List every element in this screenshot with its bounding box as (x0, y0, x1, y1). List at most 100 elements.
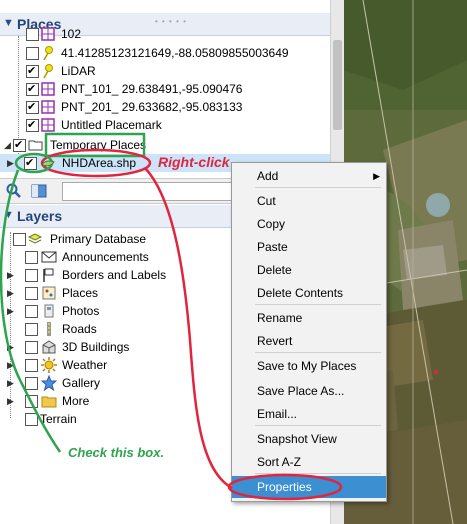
places-item-checkbox[interactable] (26, 47, 39, 60)
places-item-label: LiDAR (61, 64, 96, 78)
menu-item-label: Revert (257, 334, 293, 348)
layer-toggle-icon[interactable] (30, 182, 48, 200)
pushpin-icon (40, 45, 56, 61)
menu-separator (255, 473, 381, 474)
places-item-label: PNT_101_ 29.638491,-95.090476 (61, 82, 243, 96)
menu-item-delete-contents[interactable]: Delete Contents (232, 282, 386, 304)
nhdarea-checkbox[interactable] (24, 154, 37, 172)
collapse-arrow-icon[interactable]: ▼ (3, 209, 14, 221)
layer-checkbox[interactable] (25, 251, 38, 264)
menu-item-properties[interactable]: Properties (232, 476, 386, 498)
flag-icon (41, 267, 57, 283)
layer-label: Borders and Labels (62, 268, 167, 282)
layer-checkbox[interactable] (25, 341, 38, 354)
folder-open-icon (28, 137, 44, 153)
database-icon (27, 231, 43, 247)
menu-item-snapshot-view[interactable]: Snapshot View (232, 428, 386, 450)
scrollbar-thumb[interactable] (333, 40, 342, 130)
menu-item-label: Cut (257, 194, 276, 208)
context-menu: Add ▶ Cut Copy Paste Delete Delete Contents Ren… (231, 162, 387, 502)
places-list-item[interactable]: LiDAR (0, 62, 330, 80)
menu-item-revert[interactable]: Revert (232, 330, 386, 352)
pushpin-icon (40, 63, 56, 79)
layer-label: More (62, 394, 90, 408)
menu-item-paste[interactable]: Paste (232, 236, 386, 258)
menu-item-label: Properties (257, 480, 312, 494)
placemark-grid-icon (40, 99, 56, 115)
search-icon[interactable] (5, 182, 23, 200)
expand-arrow-icon[interactable]: ▶ (7, 338, 14, 356)
places-item-label: 41.41285123121649,-88.05809855003649 (61, 46, 289, 60)
layer-checkbox[interactable] (25, 377, 38, 390)
layer-checkbox[interactable] (25, 413, 38, 426)
places-item-checkbox[interactable] (26, 98, 39, 116)
menu-item-sort-a-z[interactable]: Sort A-Z (232, 451, 386, 473)
places-item-checkbox[interactable] (26, 62, 39, 80)
layer-label: Primary Database (50, 232, 147, 246)
menu-item-save-place-as[interactable]: Save Place As... (232, 380, 386, 402)
menu-item-copy[interactable]: Copy (232, 213, 386, 235)
places-item-label: PNT_201_ 29.633682,-95.083133 (61, 100, 243, 114)
temporary-places-checkbox[interactable] (13, 136, 26, 154)
places-list-item[interactable]: 41.41285123121649,-88.05809855003649 (0, 44, 330, 62)
expand-arrow-icon[interactable]: ▶ (7, 154, 14, 172)
menu-separator (255, 304, 381, 305)
places-item-label: 102 (61, 27, 82, 41)
places-item-label: Untitled Placemark (61, 118, 162, 132)
layer-label: Roads (62, 322, 97, 336)
layer-label: Announcements (62, 250, 149, 264)
menu-item-cut[interactable]: Cut (232, 190, 386, 212)
submenu-arrow-icon: ▶ (373, 171, 380, 181)
places-list-item[interactable]: PNT_101_ 29.638491,-95.090476 (0, 80, 330, 98)
menu-item-label: Delete Contents (257, 286, 344, 300)
road-icon (41, 321, 57, 337)
menu-item-email[interactable]: Email... (232, 403, 386, 425)
places-icon (41, 285, 57, 301)
menu-item-rename[interactable]: Rename (232, 307, 386, 329)
menu-item-save-to-my-places[interactable]: Save to My Places (232, 355, 386, 377)
placemark-grid-icon (40, 117, 56, 133)
places-item-checkbox[interactable] (26, 80, 39, 98)
menu-item-label: Save Place As... (257, 384, 345, 398)
places-item-checkbox[interactable] (26, 28, 39, 41)
places-list-item[interactable]: PNT_201_ 29.633682,-95.083133 (0, 98, 330, 116)
envelope-icon (41, 249, 57, 265)
layer-checkbox[interactable] (25, 269, 38, 282)
layer-checkbox[interactable] (25, 323, 38, 336)
building-icon (41, 339, 57, 355)
layer-checkbox[interactable] (13, 233, 26, 246)
layer-checkbox[interactable] (25, 395, 38, 408)
expand-arrow-icon[interactable]: ▶ (7, 392, 14, 410)
places-item-checkbox[interactable] (26, 116, 39, 134)
temporary-places-folder[interactable]: ◢ Temporary Places (0, 136, 330, 154)
expand-arrow-icon[interactable]: ▶ (7, 266, 14, 284)
check-box-annotation: Check this box. (68, 445, 165, 460)
expand-arrow-icon[interactable]: ▶ (7, 374, 14, 392)
photo-icon (41, 303, 57, 319)
star-icon (40, 374, 58, 392)
layer-label: Terrain (40, 412, 77, 426)
expand-arrow-icon[interactable]: ▶ (7, 302, 14, 320)
menu-item-label: Save to My Places (257, 359, 357, 373)
menu-item-label: Paste (257, 240, 288, 254)
placemark-grid-icon (40, 81, 56, 97)
places-list-item[interactable]: Untitled Placemark (0, 116, 330, 134)
layer-label: 3D Buildings (62, 340, 130, 354)
menu-item-label: Sort A-Z (257, 455, 302, 469)
collapse-arrow-icon[interactable]: ◢ (4, 136, 11, 154)
menu-item-label: Rename (257, 311, 303, 325)
menu-item-label: Delete (257, 263, 292, 277)
shapefile-icon (40, 155, 56, 171)
layer-checkbox[interactable] (25, 287, 38, 300)
folder-icon (41, 393, 57, 409)
menu-item-label: Email... (257, 407, 298, 421)
expand-arrow-icon[interactable]: ▶ (7, 284, 14, 302)
selected-place-item[interactable]: ▶ NHDArea.shp (0, 154, 330, 172)
menu-item-delete[interactable]: Delete (232, 259, 386, 281)
layer-checkbox[interactable] (25, 359, 38, 372)
places-list-item[interactable]: 102 (0, 25, 330, 43)
expand-arrow-icon[interactable]: ▶ (7, 356, 14, 374)
menu-item-label: Copy (257, 217, 286, 231)
layer-checkbox[interactable] (25, 305, 38, 318)
menu-separator (255, 352, 381, 353)
